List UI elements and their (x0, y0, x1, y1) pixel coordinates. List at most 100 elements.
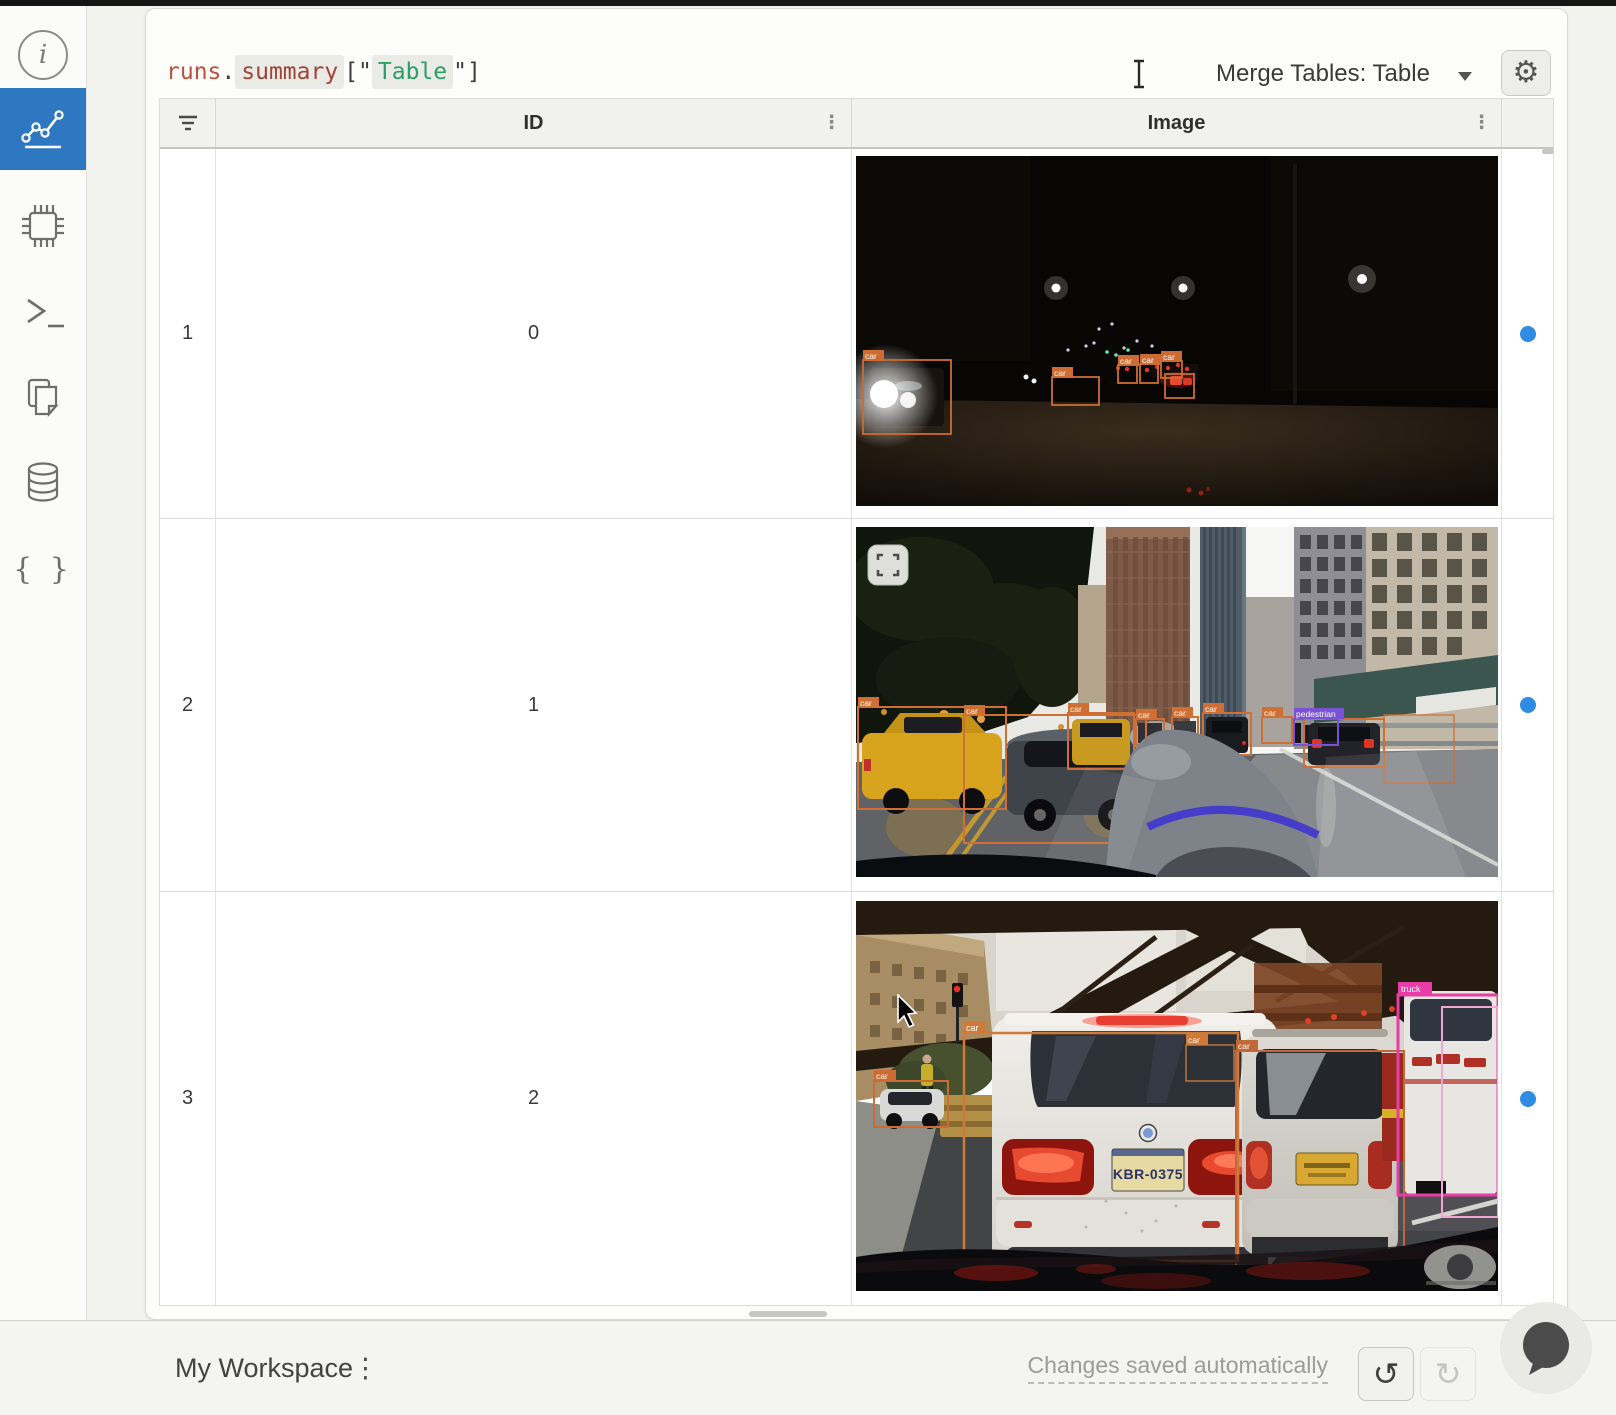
expr-token-runs: runs (166, 59, 221, 85)
table-row: 3 2 (160, 892, 1553, 1305)
cpu-chip-icon (18, 201, 68, 251)
row-indicator-cell (1502, 519, 1553, 891)
run-color-dot[interactable] (1520, 1091, 1536, 1107)
id-column-menu-icon[interactable]: ⋮ (822, 114, 841, 133)
id-cell: 0 (216, 149, 852, 518)
row-number-cell: 2 (160, 519, 216, 891)
row-indicator-cell (1502, 149, 1553, 518)
row-number: 1 (182, 322, 193, 345)
row-number-cell: 1 (160, 149, 216, 518)
gear-icon: ⚙ (1513, 58, 1540, 88)
run-color-dot[interactable] (1520, 697, 1536, 713)
runs-summary-table: ID ⋮ Image ⋮ 1 0 (159, 98, 1554, 1306)
license-plate-text: KBR-0375 (1112, 1166, 1182, 1182)
chevron-down-icon[interactable] (1458, 72, 1472, 81)
expr-token-table-string: Table (372, 55, 453, 89)
expr-token-open-bracket: [" (344, 59, 372, 85)
sidebar-item-terminal[interactable] (0, 285, 86, 341)
sidebar-item-system[interactable] (0, 198, 86, 254)
night-highway-image[interactable]: car car car car car (856, 156, 1498, 512)
run-color-dot[interactable] (1520, 326, 1536, 342)
merge-tables-dropdown[interactable]: Merge Tables: Table (1216, 57, 1430, 91)
horizontal-scrollbar-thumb[interactable] (749, 1311, 827, 1317)
bbox-label-car: car (1163, 352, 1175, 362)
table-settings-button[interactable]: ⚙ (1501, 50, 1551, 96)
undo-icon: ↺ (1373, 1355, 1400, 1393)
bbox-label-car: car (1188, 1035, 1200, 1045)
table-row: 2 1 (160, 519, 1553, 892)
table-header-row: ID ⋮ Image ⋮ (160, 99, 1553, 149)
bbox-label-pedestrian: pedestrian (1296, 709, 1336, 719)
chat-bubble-icon (1500, 1302, 1592, 1394)
table-row: 1 0 (160, 149, 1553, 519)
bbox-label-car: car (1174, 708, 1186, 718)
panel-expression[interactable]: runs.summary["Table"] (166, 53, 481, 91)
header-image-label: Image (1148, 112, 1206, 135)
undo-button[interactable]: ↺ (1358, 1347, 1414, 1401)
header-spacer-cell (1502, 99, 1553, 147)
bbox-label-car: car (1138, 710, 1150, 720)
expand-image-icon[interactable] (868, 545, 908, 585)
vertical-scrollbar-thumb[interactable] (1542, 149, 1554, 154)
header-filter-cell[interactable] (160, 99, 216, 147)
sidebar-item-files[interactable] (0, 369, 86, 425)
help-chat-button[interactable] (1500, 1302, 1592, 1394)
id-value: 1 (528, 694, 539, 717)
sidebar-item-raw-config[interactable]: { } (0, 541, 86, 597)
row-indicator-cell (1502, 892, 1553, 1305)
row-number: 3 (182, 1087, 193, 1110)
bbox-label-car: car (876, 1071, 888, 1081)
copy-pages-icon (20, 374, 66, 420)
curly-braces-icon: { } (13, 552, 73, 587)
redo-icon: ↻ (1435, 1355, 1462, 1393)
bridge-traffic-image[interactable]: KBR-0375 (856, 901, 1498, 1297)
line-chart-icon (20, 108, 66, 150)
redo-button[interactable]: ↻ (1420, 1347, 1476, 1401)
id-cell: 1 (216, 519, 852, 891)
bbox-label-car: car (966, 706, 978, 716)
bbox-label-car: car (1264, 708, 1276, 718)
filter-icon (178, 115, 198, 131)
id-cell: 2 (216, 892, 852, 1305)
id-value: 2 (528, 1087, 539, 1110)
expr-token-dot: . (221, 59, 235, 85)
autosave-status: Changes saved automatically (1028, 1321, 1328, 1415)
image-cell[interactable]: car car car car car car car car pedestri… (852, 519, 1502, 891)
workspace-menu-icon[interactable]: ⋮ (352, 1321, 379, 1415)
bbox-label-car: car (1142, 355, 1154, 365)
autosave-status-text: Changes saved automatically (1028, 1352, 1328, 1384)
image-column-menu-icon[interactable]: ⋮ (1472, 114, 1491, 133)
info-icon: i (18, 30, 68, 80)
sidebar-item-info[interactable]: i (0, 27, 86, 83)
terminal-icon (20, 294, 66, 332)
header-id-label: ID (524, 112, 544, 135)
bbox-label-car: car (1238, 1041, 1250, 1051)
bbox-label-car: car (1054, 368, 1066, 378)
image-cell[interactable]: KBR-0375 (852, 892, 1502, 1305)
text-ibeam-cursor-icon (1131, 59, 1147, 89)
browser-top-strip (0, 0, 1616, 6)
table-panel: runs.summary["Table"] Merge Tables: Tabl… (145, 8, 1568, 1320)
header-id-column[interactable]: ID ⋮ (216, 99, 852, 147)
database-icon (20, 460, 66, 504)
bbox-label-truck: truck (1401, 984, 1421, 994)
left-sidebar: i (0, 6, 87, 1320)
bbox-label-car: car (865, 351, 877, 361)
bbox-label-car: car (1070, 704, 1082, 714)
city-street-image[interactable]: car car car car car car car car pedestri… (856, 527, 1498, 883)
row-number-cell: 3 (160, 892, 216, 1305)
bbox-label-car: car (1205, 704, 1217, 714)
footer-bar: My Workspace ⋮ Changes saved automatical… (0, 1320, 1616, 1414)
row-number: 2 (182, 694, 193, 717)
sidebar-item-artifacts[interactable] (0, 454, 86, 510)
expr-token-summary: summary (235, 55, 344, 89)
bbox-label-car: car (1120, 356, 1132, 366)
workspace-title[interactable]: My Workspace (175, 1321, 353, 1415)
bbox-label-car: car (860, 698, 872, 708)
merge-tables-label: Merge Tables: Table (1216, 60, 1430, 88)
image-cell[interactable]: car car car car car (852, 149, 1502, 518)
id-value: 0 (528, 322, 539, 345)
bbox-label-car: car (966, 1023, 979, 1033)
sidebar-item-panels[interactable] (0, 88, 86, 170)
header-image-column[interactable]: Image ⋮ (852, 99, 1502, 147)
